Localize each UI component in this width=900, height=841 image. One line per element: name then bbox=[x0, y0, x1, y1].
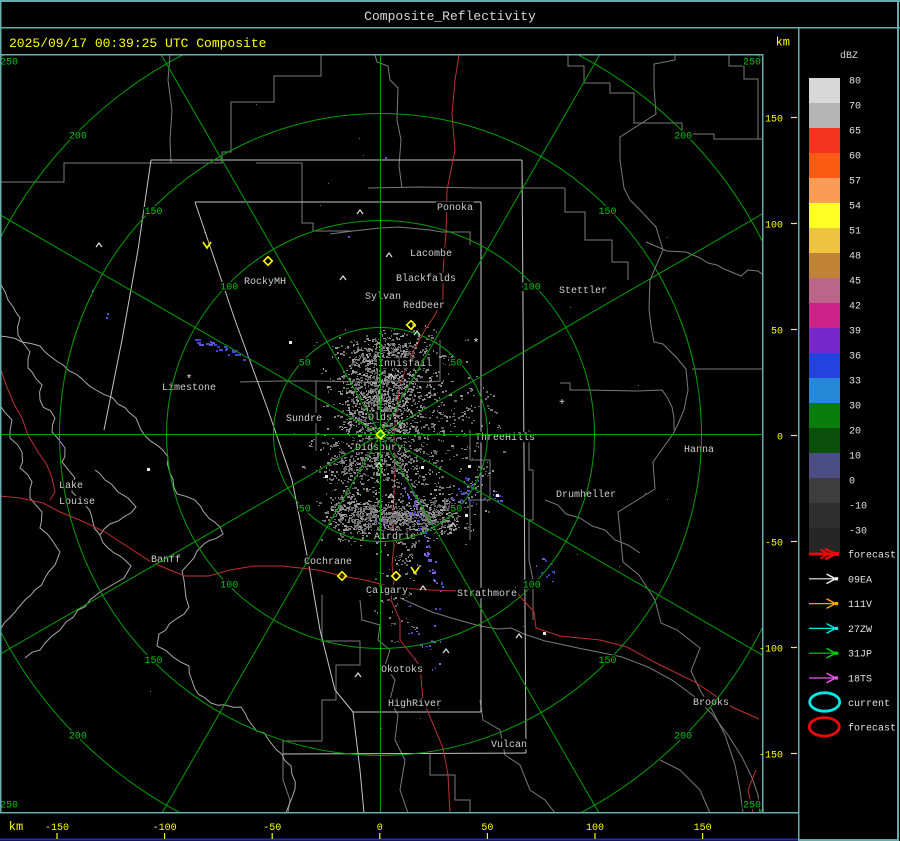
svg-text:-100: -100 bbox=[153, 823, 177, 834]
svg-text:50: 50 bbox=[771, 327, 783, 338]
svg-text:65: 65 bbox=[849, 127, 861, 138]
svg-text:-30: -30 bbox=[849, 527, 867, 538]
svg-text:200: 200 bbox=[69, 131, 87, 142]
svg-text:250: 250 bbox=[0, 801, 18, 812]
svg-text:250: 250 bbox=[0, 58, 18, 69]
svg-text:2025/09/17 00:39:25 UTC Compos: 2025/09/17 00:39:25 UTC Composite bbox=[9, 36, 266, 51]
svg-text:200: 200 bbox=[674, 732, 692, 743]
svg-text:Stettler: Stettler bbox=[559, 285, 607, 297]
svg-text:km: km bbox=[9, 820, 23, 834]
svg-text:150: 150 bbox=[598, 656, 616, 667]
svg-text:Sundre: Sundre bbox=[286, 413, 322, 425]
svg-text:50: 50 bbox=[299, 505, 311, 516]
svg-text:-10: -10 bbox=[849, 502, 867, 513]
svg-text:60: 60 bbox=[849, 152, 861, 163]
svg-text:200: 200 bbox=[674, 131, 692, 142]
svg-text:ThreeHills: ThreeHills bbox=[475, 432, 535, 444]
svg-text:Vulcan: Vulcan bbox=[491, 739, 527, 751]
svg-text:150: 150 bbox=[144, 656, 162, 667]
svg-text:+: + bbox=[559, 398, 565, 409]
svg-text:100: 100 bbox=[765, 221, 783, 232]
svg-text:50: 50 bbox=[450, 505, 462, 516]
svg-text:HighRiver: HighRiver bbox=[388, 698, 442, 710]
svg-text:Sylvan: Sylvan bbox=[365, 291, 401, 303]
svg-text:-150: -150 bbox=[759, 751, 783, 762]
svg-text:forecast: forecast bbox=[848, 550, 896, 562]
svg-text:50: 50 bbox=[299, 358, 311, 369]
svg-text:Ponoka: Ponoka bbox=[437, 202, 473, 214]
svg-text:27ZW: 27ZW bbox=[848, 625, 872, 636]
svg-text:Lacombe: Lacombe bbox=[410, 248, 452, 260]
svg-text:250: 250 bbox=[743, 801, 761, 812]
svg-text:-50: -50 bbox=[765, 539, 783, 550]
svg-text:km: km bbox=[776, 36, 790, 50]
svg-text:100: 100 bbox=[220, 580, 238, 591]
svg-text:30: 30 bbox=[849, 402, 861, 413]
svg-text:42: 42 bbox=[849, 302, 861, 313]
svg-text:Louise: Louise bbox=[59, 496, 95, 508]
svg-text:*: * bbox=[473, 338, 480, 350]
svg-text:Strathmore: Strathmore bbox=[457, 588, 517, 600]
svg-text:Calgary: Calgary bbox=[366, 585, 408, 597]
svg-text:current: current bbox=[848, 699, 890, 710]
svg-text:RockyMH: RockyMH bbox=[244, 276, 286, 288]
svg-text:100: 100 bbox=[523, 283, 541, 294]
svg-text:0: 0 bbox=[777, 433, 783, 444]
svg-text:150: 150 bbox=[598, 207, 616, 218]
svg-text:20: 20 bbox=[849, 427, 861, 438]
svg-text:70: 70 bbox=[849, 102, 861, 113]
svg-text:80: 80 bbox=[849, 77, 861, 88]
svg-text:Composite_Reflectivity: Composite_Reflectivity bbox=[364, 9, 536, 24]
svg-text:100: 100 bbox=[523, 580, 541, 591]
svg-text:250: 250 bbox=[743, 58, 761, 69]
svg-text:50: 50 bbox=[450, 358, 462, 369]
svg-text:-100: -100 bbox=[759, 645, 783, 656]
svg-text:0: 0 bbox=[377, 823, 383, 834]
svg-text:39: 39 bbox=[849, 327, 861, 338]
svg-text:-50: -50 bbox=[263, 823, 281, 834]
svg-text:*: * bbox=[186, 374, 193, 386]
svg-text:Cochrane: Cochrane bbox=[304, 556, 352, 568]
svg-text:100: 100 bbox=[586, 823, 604, 834]
svg-text:Blackfalds: Blackfalds bbox=[396, 273, 456, 285]
svg-text:45: 45 bbox=[849, 277, 861, 288]
svg-text:dBZ: dBZ bbox=[840, 50, 858, 62]
svg-text:forecast: forecast bbox=[848, 723, 896, 735]
svg-text:111V: 111V bbox=[848, 600, 872, 611]
svg-text:36: 36 bbox=[849, 352, 861, 363]
svg-text:Okotoks: Okotoks bbox=[381, 664, 423, 676]
svg-text:48: 48 bbox=[849, 252, 861, 263]
svg-text:31JP: 31JP bbox=[848, 650, 872, 661]
svg-text:200: 200 bbox=[69, 732, 87, 743]
svg-text:09EA: 09EA bbox=[848, 575, 872, 586]
svg-text:51: 51 bbox=[849, 227, 861, 238]
svg-text:150: 150 bbox=[144, 207, 162, 218]
svg-text:0: 0 bbox=[849, 477, 855, 488]
svg-text:54: 54 bbox=[849, 202, 861, 213]
svg-text:10: 10 bbox=[849, 452, 861, 463]
svg-text:150: 150 bbox=[694, 823, 712, 834]
svg-text:57: 57 bbox=[849, 177, 861, 188]
svg-text:150: 150 bbox=[765, 115, 783, 126]
svg-text:Hanna: Hanna bbox=[684, 445, 714, 456]
svg-text:18TS: 18TS bbox=[848, 675, 872, 686]
svg-text:100: 100 bbox=[220, 283, 238, 294]
svg-text:RedDeer: RedDeer bbox=[403, 300, 445, 312]
svg-text:50: 50 bbox=[481, 823, 493, 834]
svg-text:-150: -150 bbox=[45, 823, 69, 834]
svg-text:33: 33 bbox=[849, 377, 861, 388]
